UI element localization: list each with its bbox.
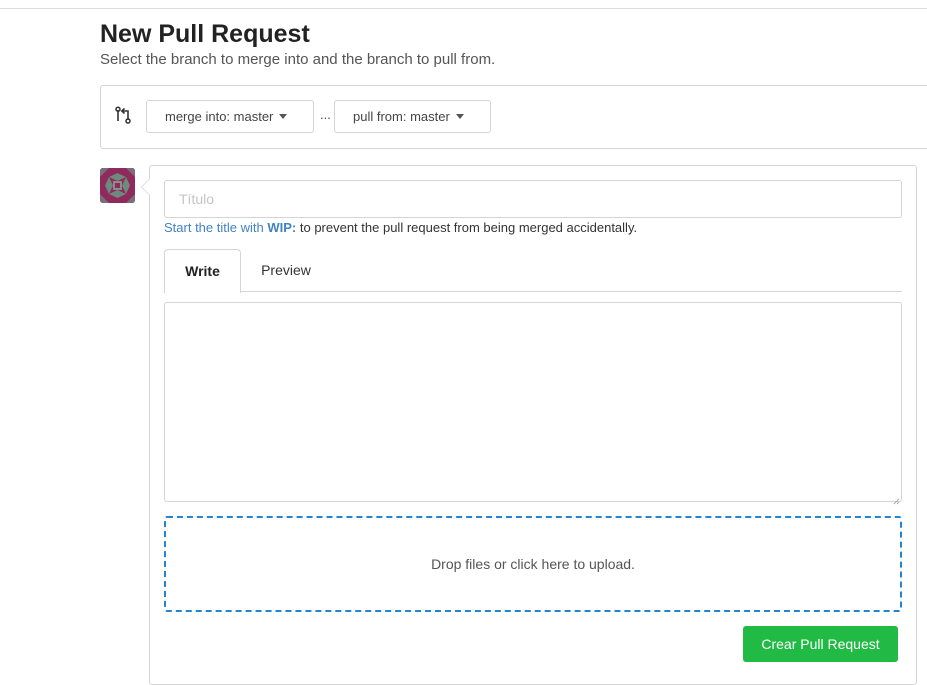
title-input[interactable] [164, 180, 902, 218]
merge-into-branch-dropdown[interactable]: merge into: master [146, 100, 314, 133]
caret-down-icon [279, 114, 288, 119]
wip-keyword: WIP: [267, 220, 297, 235]
page-title: New Pull Request [100, 20, 310, 48]
wip-hint: Start the title with WIP: to prevent the… [164, 218, 637, 238]
editor-tabs: Write Preview [164, 249, 902, 293]
dropzone-text: Drop files or click here to upload. [431, 556, 635, 572]
page-subtitle: Select the branch to merge into and the … [100, 51, 496, 68]
pull-from-branch-dropdown[interactable]: pull from: master [334, 100, 491, 133]
tab-preview[interactable]: Preview [241, 249, 331, 292]
branch-separator: ... [320, 107, 331, 122]
branch-selector-bar: merge into: master ... pull from: master [100, 85, 927, 149]
file-upload-dropzone[interactable]: Drop files or click here to upload. [164, 516, 902, 612]
resize-grip-icon[interactable] [892, 492, 900, 505]
wip-hint-rest: to prevent the pull request from being m… [299, 220, 638, 235]
tab-write[interactable]: Write [164, 249, 241, 293]
caret-down-icon [455, 114, 464, 119]
top-divider [0, 8, 927, 9]
pull-from-label: pull from: master [353, 109, 450, 124]
pull-request-form: Start the title with WIP: to prevent the… [141, 165, 917, 685]
description-textarea[interactable] [164, 302, 902, 505]
merge-into-label: merge into: master [165, 109, 274, 124]
form-pointer-fill [142, 179, 150, 195]
create-pull-request-button[interactable]: Crear Pull Request [743, 626, 898, 662]
avatar[interactable] [100, 168, 135, 203]
git-compare-icon [115, 106, 131, 124]
wip-hint-lead: Start the title with [164, 220, 264, 235]
